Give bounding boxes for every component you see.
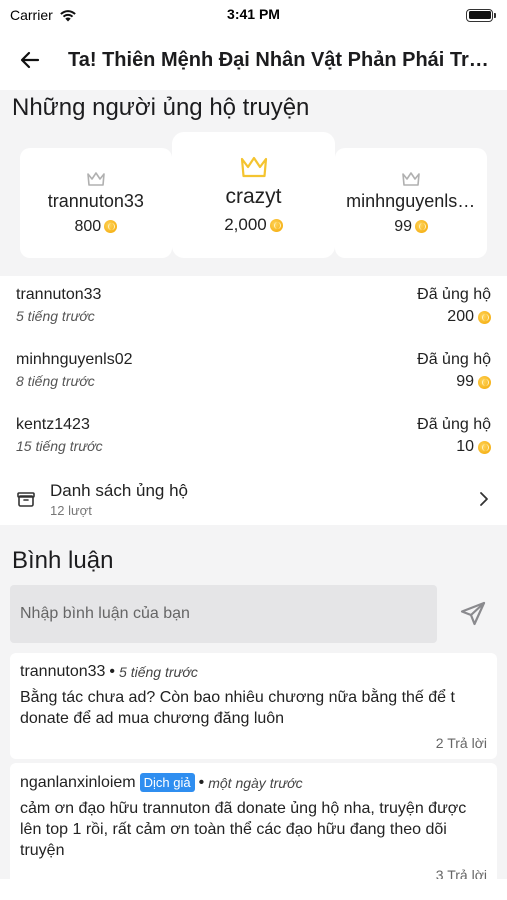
supported-label: Đã ủng hộ — [417, 351, 491, 368]
support-list-text: Danh sách ủng hộ 12 lượt — [50, 481, 463, 518]
supporter-time: 15 tiếng trước — [16, 438, 103, 454]
support-list-link[interactable]: Danh sách ủng hộ 12 lượt — [0, 471, 507, 525]
wifi-icon — [59, 9, 76, 21]
comment-body: cảm ơn đạo hữu trannuton đã donate ủng h… — [20, 800, 467, 859]
coin-icon — [478, 375, 491, 389]
podium-first[interactable]: crazyt 2,000 — [171, 132, 336, 258]
supporter-list: trannuton33 5 tiếng trước Đã ủng hộ 200 … — [0, 276, 507, 471]
translator-badge: Dịch giả — [139, 773, 195, 792]
podium-amount-value: 99 — [394, 217, 413, 235]
status-bar: Carrier 3:41 PM — [0, 0, 507, 30]
comment-user[interactable]: trannuton33 — [20, 663, 105, 681]
supporter-name: minhnguyenls02 — [16, 351, 133, 368]
back-button[interactable] — [10, 40, 50, 80]
comment-meta: nganlanxinloiem Dịch giả • một ngày trướ… — [20, 773, 487, 792]
chevron-right-icon — [480, 492, 488, 506]
supported-amount: 99 — [456, 373, 491, 391]
comment-input-row — [10, 585, 497, 643]
meta-separator: • — [198, 773, 205, 791]
coin-icon — [478, 310, 491, 324]
supporter-row[interactable]: kentz1423 15 tiếng trước Đã ủng hộ 10 — [16, 406, 491, 471]
supported-amount-value: 99 — [456, 373, 474, 390]
supporter-name: kentz1423 — [16, 416, 90, 433]
status-left: Carrier — [10, 7, 77, 23]
coin-icon — [104, 220, 118, 233]
supported-label: Đã ủng hộ — [417, 416, 491, 433]
supporter-row[interactable]: trannuton33 5 tiếng trước Đã ủng hộ 200 — [16, 276, 491, 341]
podium-name: minhnguyenls02 — [346, 190, 477, 211]
comment-body: Bằng tác chưa ad? Còn bao nhiêu chương n… — [20, 689, 455, 727]
support-list-title: Danh sách ủng hộ — [50, 480, 188, 500]
comment-card[interactable]: trannuton33 • 5 tiếng trước Bằng tác chư… — [10, 653, 497, 759]
meta-separator: • — [109, 663, 116, 680]
supported-amount: 200 — [447, 308, 491, 326]
coin-icon — [478, 440, 491, 454]
podium-third[interactable]: minhnguyenls02 99 — [335, 148, 487, 258]
comment-input[interactable] — [10, 585, 437, 643]
send-button[interactable] — [449, 590, 497, 638]
comment-time: 5 tiếng trước — [119, 664, 198, 680]
crown-icon — [402, 171, 420, 186]
nav-bar: Ta! Thiên Mệnh Đại Nhân Vật Phản Phái Tr… — [0, 30, 507, 90]
supporters-section: Những người ủng hộ truyện trannuton33 80… — [0, 90, 507, 276]
supported-amount-value: 10 — [456, 438, 474, 455]
gift-box-icon — [17, 492, 35, 507]
crown-icon — [240, 156, 267, 178]
podium-name: crazyt — [225, 185, 282, 208]
supporters-podium: trannuton33 800 crazyt 2,000 minhnguyenl… — [0, 130, 507, 276]
comment-time: một ngày trước — [208, 774, 303, 791]
comment-card[interactable]: nganlanxinloiem Dịch giả • một ngày trướ… — [10, 763, 497, 879]
supported-amount-value: 200 — [447, 308, 474, 325]
supported-amount: 10 — [456, 438, 491, 456]
comments-title: Bình luận — [12, 547, 114, 574]
podium-second[interactable]: trannuton33 800 — [20, 148, 172, 258]
coin-icon — [415, 220, 429, 233]
comment-user[interactable]: nganlanxinloiem — [20, 774, 136, 792]
battery-icon — [466, 8, 496, 22]
send-icon — [460, 601, 486, 626]
podium-amount-value: 2,000 — [224, 215, 267, 234]
comment-replies[interactable]: 3 Trả lời — [20, 867, 487, 879]
carrier-label: Carrier — [10, 7, 53, 23]
supporter-name: trannuton33 — [16, 286, 102, 303]
podium-amount-value: 800 — [74, 217, 102, 235]
supporter-row[interactable]: minhnguyenls02 8 tiếng trước Đã ủng hộ 9… — [16, 341, 491, 406]
supporter-time: 8 tiếng trước — [16, 373, 95, 389]
comments-section: Bình luận trannuton33 • 5 tiếng trước Bằ… — [0, 525, 507, 879]
back-arrow-icon — [20, 51, 40, 69]
supporter-time: 5 tiếng trước — [16, 308, 95, 324]
crown-icon — [87, 171, 105, 186]
page-title: Ta! Thiên Mệnh Đại Nhân Vật Phản Phái Tr… — [68, 48, 493, 71]
podium-amount: 800 — [74, 217, 118, 236]
supported-label: Đã ủng hộ — [417, 286, 491, 303]
support-list-count: 12 lượt — [50, 502, 92, 518]
comment-meta: trannuton33 • 5 tiếng trước — [20, 663, 487, 681]
comment-replies[interactable]: 2 Trả lời — [20, 735, 487, 751]
podium-amount: 99 — [394, 217, 429, 236]
podium-name: trannuton33 — [47, 190, 144, 211]
coin-icon — [269, 218, 283, 232]
podium-amount: 2,000 — [224, 215, 283, 235]
supporters-title: Những người ủng hộ truyện — [12, 94, 310, 121]
